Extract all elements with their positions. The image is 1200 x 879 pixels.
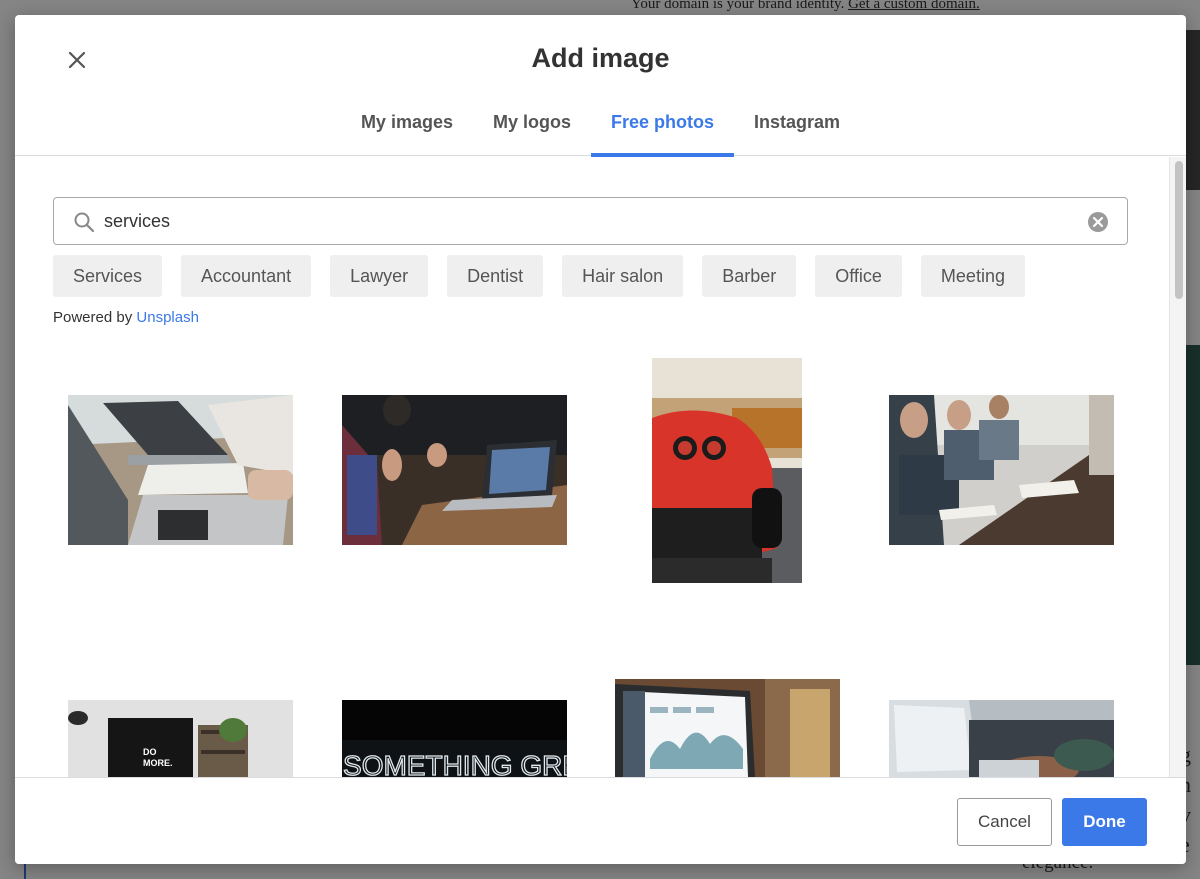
neon-text: DO SOMETHING GREAT <box>342 750 567 777</box>
chip-barber[interactable]: Barber <box>702 255 797 297</box>
suggestion-chips: Services Accountant Lawyer Dentist Hair … <box>53 255 1044 297</box>
search-input[interactable] <box>104 206 1064 236</box>
typing-photo <box>889 700 1114 777</box>
clear-search-icon[interactable] <box>1087 211 1109 233</box>
do-more-photo: DO MORE. <box>68 700 293 777</box>
monitor-text-line-2: MORE. <box>143 758 173 768</box>
powered-by: Powered by Unsplash <box>53 309 199 326</box>
chip-office[interactable]: Office <box>815 255 902 297</box>
tab-my-logos[interactable]: My logos <box>473 105 591 157</box>
tab-free-photos[interactable]: Free photos <box>591 105 735 157</box>
neon-sign-photo: DO SOMETHING GREAT <box>342 700 567 777</box>
scrollbar-thumb[interactable] <box>1175 161 1183 299</box>
chip-accountant[interactable]: Accountant <box>181 255 312 297</box>
chip-hair-salon[interactable]: Hair salon <box>562 255 684 297</box>
table-meeting-photo <box>889 395 1114 545</box>
powered-by-text: Powered by <box>53 309 133 326</box>
modal-body: Services Accountant Lawyer Dentist Hair … <box>15 157 1186 777</box>
chip-lawyer[interactable]: Lawyer <box>330 255 429 297</box>
dashboard-photo <box>615 679 840 777</box>
add-image-modal: Add image My images My logos Free photos… <box>15 15 1186 864</box>
done-button[interactable]: Done <box>1062 798 1147 846</box>
photo-hands-typing[interactable] <box>889 700 1114 777</box>
search-icon <box>74 212 95 233</box>
cancel-button[interactable]: Cancel <box>957 798 1052 846</box>
meeting-photo <box>342 395 567 545</box>
laptop-desk-photo <box>68 395 293 545</box>
modal-footer: Cancel Done <box>15 777 1186 864</box>
photo-people-at-table[interactable] <box>889 395 1114 545</box>
red-car-photo <box>652 358 802 583</box>
tab-instagram[interactable]: Instagram <box>734 105 860 157</box>
tab-my-images[interactable]: My images <box>341 105 473 157</box>
photo-red-sports-car[interactable] <box>652 358 802 583</box>
photo-laptop-meeting-hands[interactable] <box>342 395 567 545</box>
chip-dentist[interactable]: Dentist <box>447 255 544 297</box>
monitor-text-line-1: DO <box>143 747 157 757</box>
photo-laptop-desk-paperwork[interactable] <box>68 395 293 545</box>
photo-neon-sign[interactable]: DO SOMETHING GREAT <box>342 700 567 777</box>
modal-header: Add image My images My logos Free photos… <box>15 15 1186 157</box>
unsplash-link[interactable]: Unsplash <box>136 309 199 326</box>
modal-scrollbar[interactable] <box>1169 157 1186 777</box>
photo-laptop-dashboard[interactable] <box>615 679 840 777</box>
tab-bar: My images My logos Free photos Instagram <box>15 105 1186 157</box>
modal-title: Add image <box>531 43 670 73</box>
chip-meeting[interactable]: Meeting <box>920 255 1025 297</box>
chip-services[interactable]: Services <box>53 255 163 297</box>
photo-do-more-monitor[interactable]: DO MORE. <box>68 700 293 777</box>
search-box <box>53 197 1128 245</box>
